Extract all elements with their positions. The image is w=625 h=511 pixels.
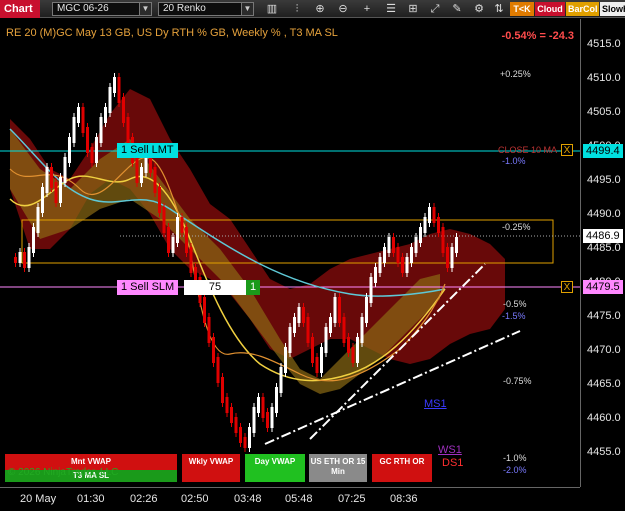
- bar-type-value: 20 Renko: [163, 3, 206, 14]
- chart-canvas: [0, 73, 580, 452]
- slowh-toggle[interactable]: SlowH: [600, 2, 625, 16]
- sort-icon[interactable]: ⇅: [492, 2, 506, 16]
- day-vwap-button[interactable]: Day VWAP: [245, 454, 305, 482]
- pct-label: -0.25%: [502, 222, 531, 232]
- price-axis[interactable]: 4515.0 4510.0 4505.0 4500.0 4495.0 4490.…: [580, 19, 625, 487]
- copyright-text: © 2026 NinjaTrader, LLC: [8, 467, 119, 478]
- cloud-toggle[interactable]: Cloud: [535, 2, 565, 16]
- instrument-selector[interactable]: MGC 06-26 ▼: [52, 2, 152, 16]
- time-tick: 03:48: [234, 493, 262, 505]
- price-tick: 4470.0: [587, 344, 621, 356]
- chart-tab[interactable]: Chart: [0, 0, 40, 18]
- chart-title: RE 20 (M)GC May 13 GB, US Dy RTH % GB, W…: [6, 27, 338, 39]
- time-axis[interactable]: 20 May 01:30 02:26 02:50 03:48 05:48 07:…: [0, 487, 580, 511]
- time-tick: 05:48: [285, 493, 313, 505]
- price-tick: 4465.0: [587, 378, 621, 390]
- sell-slm-price-tag: 4479.5: [583, 280, 623, 294]
- time-tick: 01:30: [77, 493, 105, 505]
- price-tick: 4505.0: [587, 106, 621, 118]
- chart-panel[interactable]: RE 20 (M)GC May 13 GB, US Dy RTH % GB, W…: [0, 19, 580, 487]
- time-tick: 02:26: [130, 493, 158, 505]
- price-tick: 4455.0: [587, 446, 621, 458]
- chart-toolbar: Chart MGC 06-26 ▼ 20 Renko ▼ ▥ ⫶ ⊕ ⊖ + ☰…: [0, 0, 625, 18]
- bars-icon[interactable]: ▥: [265, 2, 279, 16]
- sell-lmt-price-tag: 4499.4: [583, 144, 623, 158]
- price-tick: 4495.0: [587, 174, 621, 186]
- pct-label: -2.0%: [503, 465, 527, 475]
- price-tick: 4515.0: [587, 38, 621, 50]
- pct-label: -1.5%: [502, 311, 526, 321]
- sell-slm-order[interactable]: 1 Sell SLM: [117, 280, 179, 295]
- price-tick: 4490.0: [587, 208, 621, 220]
- zoom-out-icon[interactable]: ⊖: [336, 2, 350, 16]
- time-tick: 08:36: [390, 493, 418, 505]
- barcol-toggle[interactable]: BarCol: [566, 2, 599, 16]
- sell-lmt-order[interactable]: 1 Sell LMT: [117, 143, 178, 158]
- time-tick: 02:50: [181, 493, 209, 505]
- zoom-icon[interactable]: ⊕: [313, 2, 327, 16]
- us-eth-or-button[interactable]: US ETH OR 15 Min: [309, 454, 367, 482]
- pct-label: -1.0%: [503, 453, 527, 463]
- ds1-marker: DS1: [442, 457, 464, 469]
- ws1-marker: WS1: [438, 444, 462, 456]
- current-price-tag: 4486.9: [583, 229, 623, 243]
- change-readout: -0.54% = -24.3: [501, 30, 574, 42]
- candles-icon[interactable]: ⫶: [290, 2, 304, 16]
- slm-quantity[interactable]: 75: [184, 280, 246, 295]
- chevron-down-icon: ▼: [139, 3, 151, 15]
- close-ma-label: CLOSE 10 MA: [498, 145, 558, 155]
- price-tick: 4510.0: [587, 72, 621, 84]
- strategy-icon[interactable]: ⊞: [406, 2, 420, 16]
- properties-icon[interactable]: ⚙: [472, 2, 486, 16]
- price-tick: 4485.0: [587, 242, 621, 254]
- pct-label: +0.25%: [500, 69, 531, 79]
- chevron-down-icon: ▼: [241, 3, 253, 15]
- cancel-slm-button[interactable]: X: [561, 281, 573, 293]
- ms1-marker: MS1: [424, 398, 447, 410]
- slm-count[interactable]: 1: [246, 280, 260, 295]
- instrument-value: MGC 06-26: [57, 3, 109, 14]
- time-tick: 20 May: [20, 493, 57, 505]
- pct-label: -0.75%: [503, 376, 532, 386]
- wkly-vwap-button[interactable]: Wkly VWAP: [182, 454, 240, 482]
- pct-label: -0.5%: [503, 299, 527, 309]
- indicators-icon[interactable]: ☰: [384, 2, 398, 16]
- price-tick: 4460.0: [587, 412, 621, 424]
- tk-toggle[interactable]: T<K: [510, 2, 534, 16]
- gc-rth-or-button[interactable]: GC RTH OR: [372, 454, 432, 482]
- drawing-tool-icon[interactable]: ⤢: [428, 2, 442, 16]
- cancel-lmt-button[interactable]: X: [561, 144, 573, 156]
- price-tick: 4475.0: [587, 310, 621, 322]
- bar-type-selector[interactable]: 20 Renko ▼: [158, 2, 254, 16]
- pencil-icon[interactable]: ✎: [450, 2, 464, 16]
- crosshair-icon[interactable]: +: [360, 2, 374, 16]
- time-tick: 07:25: [338, 493, 366, 505]
- pct-label: -1.0%: [502, 156, 526, 166]
